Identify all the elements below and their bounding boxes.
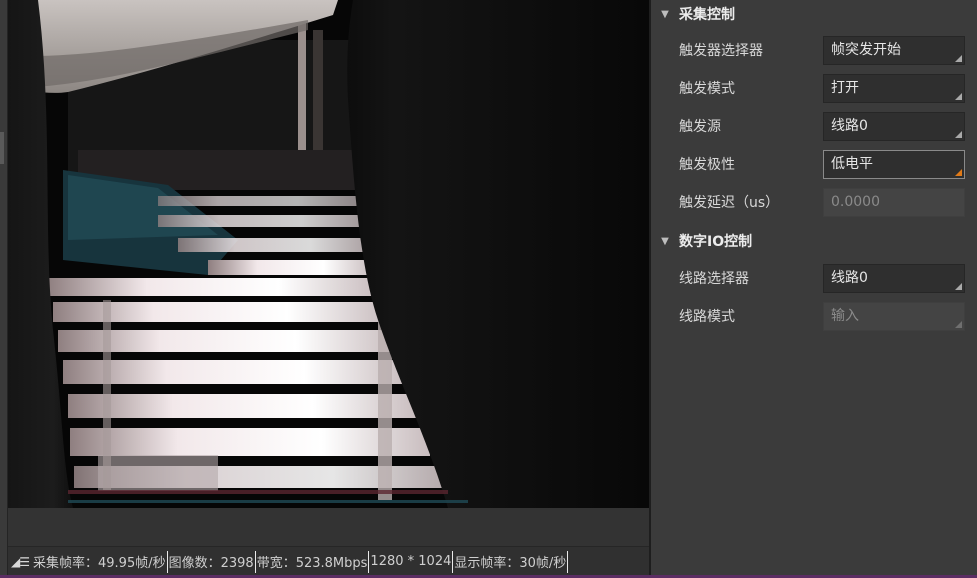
property-row-line-mode: 线路模式 输入 (651, 298, 977, 336)
section-title: 数字IO控制 (679, 234, 753, 250)
viewer-padding (8, 508, 649, 546)
property-label: 触发源 (679, 119, 721, 135)
property-row-trigger-activation: 触发极性 低电平 (651, 146, 977, 184)
section-acquisition-control[interactable]: ▼ 采集控制 (651, 0, 977, 28)
property-value: 帧突发开始 (831, 42, 901, 58)
section-title: 采集控制 (679, 7, 735, 23)
property-label: 线路模式 (679, 309, 735, 325)
dock-handle[interactable] (0, 132, 4, 164)
trigger-delay-input: 0.0000 (823, 188, 965, 217)
property-row-trigger-delay: 触发延迟（us） 0.0000 (651, 184, 977, 222)
property-row-trigger-mode: 触发模式 打开 (651, 70, 977, 108)
trigger-activation-dropdown[interactable]: 低电平 (823, 150, 965, 179)
section-digital-io-control[interactable]: ▼ 数字IO控制 (651, 227, 977, 255)
chevron-down-icon[interactable]: ▼ (651, 9, 679, 20)
resize-grip-and-list-icon[interactable]: ◢☰ (8, 547, 32, 576)
dropdown-corner-icon (955, 283, 962, 290)
dropdown-corner-icon (955, 93, 962, 100)
dropdown-corner-icon (955, 321, 962, 328)
capture-fps-text: 采集帧率：49.95帧/秒 (33, 556, 166, 571)
property-value: 输入 (831, 308, 859, 324)
bandwidth-text: 带宽：523.8Mbps (256, 556, 368, 571)
property-value: 低电平 (831, 156, 873, 172)
dropdown-corner-icon (955, 131, 962, 138)
chevron-down-icon[interactable]: ▼ (651, 236, 679, 247)
left-dock-strip (0, 0, 8, 578)
status-bar: ◢☰ 采集帧率：49.95帧/秒 图像数：2398 带宽：523.8Mbps 1… (8, 546, 649, 576)
resolution-text: 1280 * 1024 (370, 554, 452, 569)
line-mode-dropdown: 输入 (823, 302, 965, 331)
dropdown-corner-icon (955, 169, 962, 176)
trigger-selector-dropdown[interactable]: 帧突发开始 (823, 36, 965, 65)
property-value: 打开 (831, 80, 859, 96)
property-value: 线路0 (831, 118, 868, 134)
trigger-mode-dropdown[interactable]: 打开 (823, 74, 965, 103)
property-row-trigger-selector: 触发器选择器 帧突发开始 (651, 32, 977, 70)
status-separator (567, 550, 569, 573)
property-label: 触发延迟（us） (679, 195, 780, 211)
property-label: 线路选择器 (679, 271, 749, 287)
camera-preview[interactable] (8, 0, 649, 508)
properties-panel: ▼ 采集控制 触发器选择器 帧突发开始 触发模式 打开 触发源 线路0 触发极性… (651, 0, 977, 575)
camera-client-window: ◢☰ 采集帧率：49.95帧/秒 图像数：2398 带宽：523.8Mbps 1… (0, 0, 977, 578)
property-value: 线路0 (831, 270, 868, 286)
dropdown-corner-icon (955, 55, 962, 62)
line-selector-dropdown[interactable]: 线路0 (823, 264, 965, 293)
property-label: 触发器选择器 (679, 43, 763, 59)
trigger-source-dropdown[interactable]: 线路0 (823, 112, 965, 141)
property-value: 0.0000 (831, 194, 880, 210)
image-count-text: 图像数：2398 (168, 556, 254, 571)
property-label: 触发模式 (679, 81, 735, 97)
display-fps-text: 显示帧率：30帧/秒 (454, 556, 567, 571)
property-row-trigger-source: 触发源 线路0 (651, 108, 977, 146)
property-label: 触发极性 (679, 157, 735, 173)
camera-frame-image (8, 0, 649, 508)
property-row-line-selector: 线路选择器 线路0 (651, 260, 977, 298)
